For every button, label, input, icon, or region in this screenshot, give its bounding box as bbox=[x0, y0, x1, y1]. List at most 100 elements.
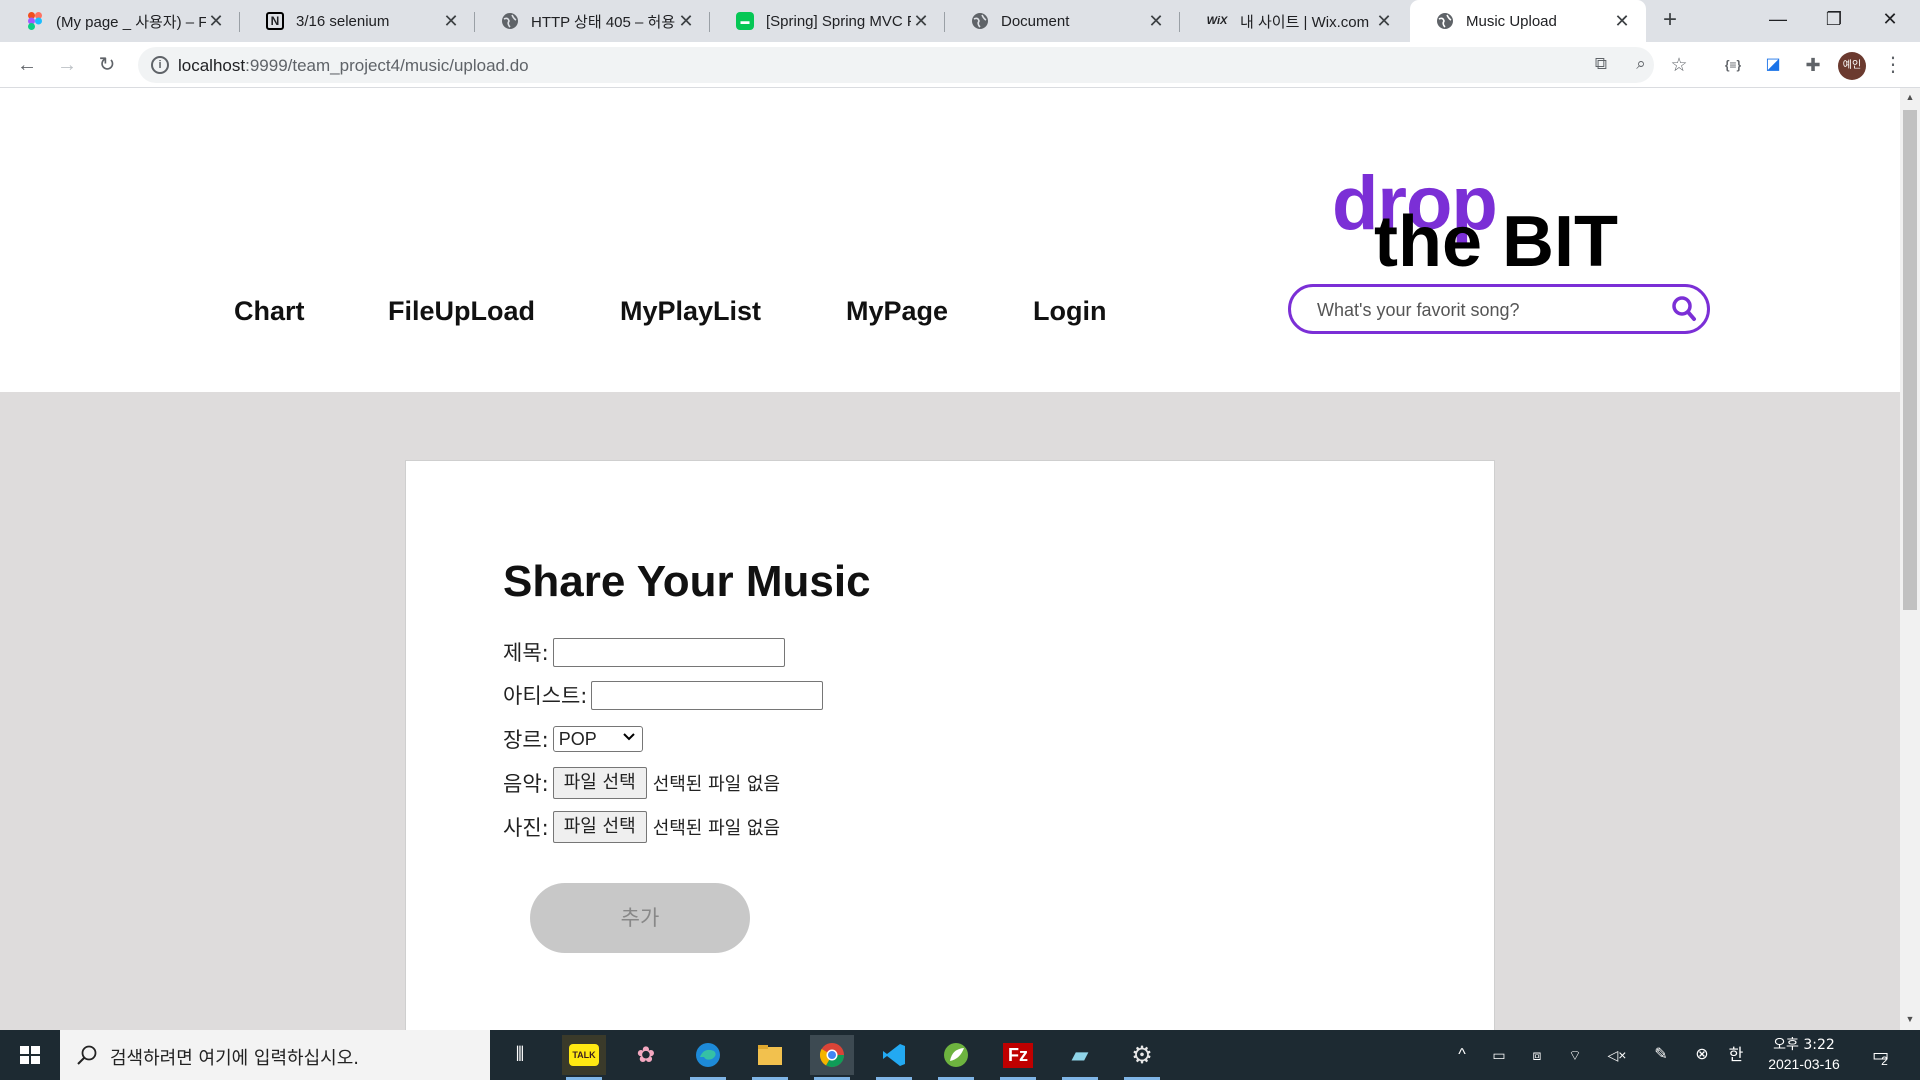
url-text: localhost:9999/team_project4/music/uploa… bbox=[178, 56, 529, 76]
browser-tab[interactable]: (My page _ 사용자) – F ✕ bbox=[0, 0, 240, 42]
taskbar-clock[interactable]: 오후 3:22 2021-03-16 bbox=[1754, 1036, 1854, 1074]
vscode-icon[interactable] bbox=[872, 1035, 916, 1080]
pen-icon[interactable]: ✎ bbox=[1646, 1030, 1676, 1080]
kakaotalk-icon[interactable]: TALK bbox=[562, 1035, 606, 1080]
settings-gear-icon[interactable]: ⚙ bbox=[1120, 1035, 1164, 1080]
artist-field[interactable] bbox=[591, 680, 824, 710]
extension-app-icon[interactable]: ◪ bbox=[1758, 50, 1788, 80]
battery-icon[interactable]: ▭ bbox=[1484, 1030, 1514, 1080]
windows-start-icon[interactable] bbox=[0, 1030, 60, 1080]
nav-chart[interactable]: Chart bbox=[234, 296, 305, 327]
taskbar-search-input[interactable]: 검색하려면 여기에 입력하십시오. bbox=[60, 1030, 490, 1080]
upload-card: Share Your Music 제목: 아티스트: 장르: POP 음악: 파… bbox=[405, 460, 1495, 1030]
notification-count: 2 bbox=[1881, 1054, 1888, 1068]
page-scrollbar[interactable]: ▲ ▼ bbox=[1900, 88, 1920, 1030]
restore-icon[interactable]: ❐ bbox=[1806, 0, 1862, 42]
forward-icon[interactable]: → bbox=[52, 50, 82, 80]
paint-icon[interactable]: ✿ bbox=[624, 1035, 668, 1075]
minimize-icon[interactable]: — bbox=[1750, 0, 1806, 42]
tab-title: HTTP 상태 405 – 허용 bbox=[531, 13, 676, 31]
avatar[interactable]: 예인 bbox=[1838, 52, 1866, 80]
browser-tab[interactable]: HTTP 상태 405 – 허용 ✕ bbox=[475, 0, 710, 42]
translate-icon[interactable]: ⧉ bbox=[1590, 54, 1612, 76]
scroll-down-icon[interactable]: ▼ bbox=[1900, 1014, 1920, 1024]
task-view-icon[interactable]: ⫴ bbox=[498, 1035, 542, 1075]
network-icon[interactable]: ⌔ bbox=[1560, 1030, 1590, 1080]
music-label: 음악: bbox=[503, 772, 549, 796]
info-icon[interactable]: i bbox=[151, 56, 169, 74]
tab-title: 내 사이트 | Wix.com bbox=[1240, 13, 1370, 31]
display-icon[interactable]: ⧈ bbox=[1522, 1030, 1552, 1080]
photo-file-button[interactable]: 파일 선택 bbox=[552, 811, 647, 843]
close-icon[interactable]: ✕ bbox=[1374, 11, 1394, 32]
volume-muted-icon[interactable]: ◁× bbox=[1602, 1030, 1632, 1080]
close-icon[interactable]: ✕ bbox=[676, 11, 696, 32]
close-icon[interactable]: ✕ bbox=[206, 11, 226, 32]
nav-mypage[interactable]: MyPage bbox=[846, 296, 948, 327]
file-explorer-icon[interactable] bbox=[748, 1035, 792, 1080]
browser-tab[interactable]: ▬ [Spring] Spring MVC F ✕ bbox=[710, 0, 945, 42]
filezilla-icon[interactable]: Fz bbox=[996, 1035, 1040, 1080]
genre-selected-value: POP bbox=[558, 728, 597, 749]
tab-strip: (My page _ 사용자) – F ✕ N 3/16 selenium ✕ … bbox=[0, 0, 1920, 42]
clock-time: 오후 3:22 bbox=[1773, 1037, 1835, 1053]
kebab-menu-icon[interactable]: ⋮ bbox=[1878, 50, 1908, 80]
close-circle-icon[interactable]: ⊗ bbox=[1688, 1030, 1716, 1080]
music-row: 음악: 파일 선택 선택된 파일 없음 bbox=[503, 767, 780, 799]
genre-select[interactable]: POP bbox=[552, 726, 643, 752]
nav-login[interactable]: Login bbox=[1033, 296, 1106, 327]
logo-the-bit: the BIT bbox=[1374, 202, 1618, 282]
bookmark-star-icon[interactable]: ☆ bbox=[1668, 54, 1690, 76]
nav-fileupload[interactable]: FileUpLoad bbox=[388, 296, 535, 327]
close-window-icon[interactable]: ✕ bbox=[1862, 0, 1918, 42]
spring-tool-suite-icon[interactable] bbox=[934, 1035, 978, 1080]
title-row: 제목: bbox=[503, 637, 785, 667]
content-area: Share Your Music 제목: 아티스트: 장르: POP 음악: 파… bbox=[0, 392, 1900, 1030]
browser-tab-active[interactable]: Music Upload ✕ bbox=[1410, 0, 1646, 42]
figma-icon bbox=[26, 12, 44, 30]
edge-icon[interactable] bbox=[686, 1035, 730, 1080]
close-icon[interactable]: ✕ bbox=[441, 11, 461, 32]
chrome-icon[interactable] bbox=[810, 1035, 854, 1080]
windows-taskbar: 검색하려면 여기에 입력하십시오. ⫴ TALK ✿ Fz ▰ ⚙ ^ ▭ ⧈ … bbox=[0, 1030, 1920, 1080]
json-extension-icon[interactable]: {≡} bbox=[1718, 50, 1748, 80]
tab-title: Music Upload bbox=[1466, 12, 1557, 30]
close-icon[interactable]: ✕ bbox=[1146, 11, 1166, 32]
close-icon[interactable]: ✕ bbox=[1612, 11, 1632, 32]
song-search-input[interactable]: What's your favorit song? bbox=[1288, 284, 1710, 334]
tab-title: Document bbox=[1001, 12, 1070, 30]
globe-icon bbox=[971, 12, 989, 30]
puzzle-extensions-icon[interactable]: ✚ bbox=[1798, 50, 1828, 80]
browser-tab[interactable]: N 3/16 selenium ✕ bbox=[240, 0, 475, 42]
search-placeholder: What's your favorit song? bbox=[1317, 300, 1520, 320]
genre-label: 장르: bbox=[503, 728, 549, 752]
zoom-icon[interactable]: ⌕ bbox=[1630, 54, 1652, 76]
close-icon[interactable]: ✕ bbox=[911, 11, 931, 32]
add-button[interactable]: 추가 bbox=[530, 883, 750, 953]
chevron-up-icon[interactable]: ^ bbox=[1448, 1030, 1476, 1080]
photo-file-status: 선택된 파일 없음 bbox=[652, 818, 781, 839]
search-icon[interactable] bbox=[1671, 295, 1697, 323]
tab-title: [Spring] Spring MVC F bbox=[766, 12, 911, 30]
reload-icon[interactable]: ↻ bbox=[92, 50, 122, 80]
scrollbar-thumb[interactable] bbox=[1903, 110, 1917, 610]
notification-center-icon[interactable]: ▭2 bbox=[1866, 1030, 1902, 1080]
tab-title: (My page _ 사용자) – F bbox=[56, 13, 206, 31]
ime-indicator[interactable]: 한 bbox=[1722, 1030, 1750, 1080]
browser-tab[interactable]: Document ✕ bbox=[945, 0, 1180, 42]
title-field[interactable] bbox=[552, 637, 785, 667]
site-logo[interactable]: drop the BIT bbox=[1332, 166, 1672, 282]
scroll-up-icon[interactable]: ▲ bbox=[1900, 92, 1920, 102]
line-icon: ▬ bbox=[736, 12, 754, 30]
browser-tab[interactable]: WiX 내 사이트 | Wix.com ✕ bbox=[1180, 0, 1408, 42]
browser-toolbar: ← → ↻ i localhost:9999/team_project4/mus… bbox=[0, 42, 1920, 88]
music-file-button[interactable]: 파일 선택 bbox=[552, 767, 647, 799]
url-host: localhost bbox=[178, 56, 246, 75]
notepad-icon[interactable]: ▰ bbox=[1058, 1035, 1102, 1080]
tab-title: 3/16 selenium bbox=[296, 12, 390, 30]
back-icon[interactable]: ← bbox=[12, 50, 42, 80]
new-tab-icon[interactable]: + bbox=[1655, 6, 1685, 36]
globe-icon bbox=[1436, 12, 1454, 30]
address-bar[interactable]: i localhost:9999/team_project4/music/upl… bbox=[138, 47, 1688, 83]
nav-myplaylist[interactable]: MyPlayList bbox=[620, 296, 761, 327]
